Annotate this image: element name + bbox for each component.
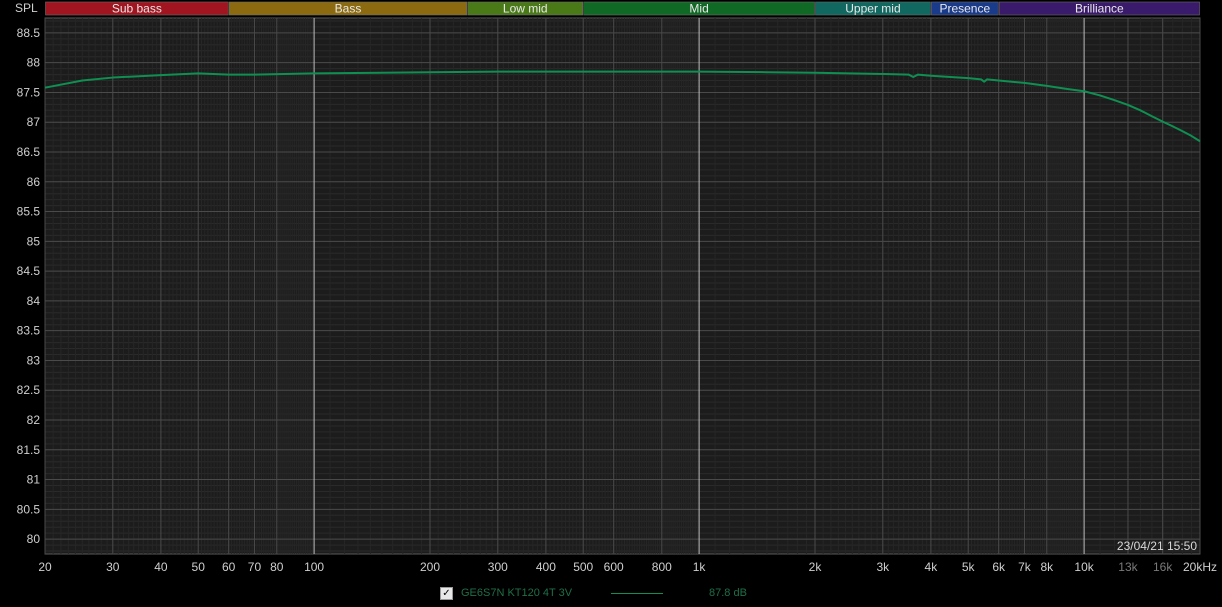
x-tick-label: 100: [304, 560, 324, 574]
x-tick-label: 400: [536, 560, 556, 574]
band-label-5: Presence: [939, 2, 990, 16]
legend-value: 87.8 dB: [709, 587, 747, 599]
x-tick-label: 3k: [876, 560, 890, 574]
y-tick-label: 88: [27, 56, 41, 70]
x-tick-label: 30: [106, 560, 120, 574]
band-label-2: Low mid: [503, 2, 548, 16]
x-tick-label: 10k: [1074, 560, 1094, 574]
x-tick-label: 5k: [962, 560, 976, 574]
band-label-0: Sub bass: [112, 2, 162, 16]
y-tick-label: 80: [27, 532, 41, 546]
x-tick-label: 2k: [809, 560, 823, 574]
x-tick-label: 70: [248, 560, 262, 574]
chart-canvas: Sub bass Bass Low mid Mid Upper mid Presence B…: [0, 0, 1222, 607]
y-tick-label: 80.5: [17, 502, 41, 516]
x-tick-label: 40: [154, 560, 168, 574]
x-tick-label: 1k: [693, 560, 707, 574]
y-tick-label: 81: [27, 473, 41, 487]
y-tick-label: 86: [27, 175, 41, 189]
y-tick-label: 81.5: [17, 443, 41, 457]
x-tick-label: 200: [420, 560, 440, 574]
band-label-3: Mid: [689, 2, 708, 16]
x-tick-label: 20: [38, 560, 52, 574]
y-tick-label: 86.5: [17, 145, 41, 159]
timestamp: 23/04/21 15:50: [1117, 539, 1197, 553]
x-tick-label: 80: [270, 560, 284, 574]
legend: ✓ GE6S7N KT120 4T 3V 87.8 dB: [440, 584, 747, 602]
x-tick-label: 6k: [992, 560, 1006, 574]
band-label-6: Brilliance: [1075, 2, 1124, 16]
y-tick-label: 82.5: [17, 383, 41, 397]
y-tick-label: 82: [27, 413, 41, 427]
y-tick-label: 84: [27, 294, 41, 308]
x-tick-label: 60: [222, 560, 236, 574]
y-tick-label: 88.5: [17, 26, 41, 40]
x-tick-label: 300: [488, 560, 508, 574]
x-tick-label: 8k: [1040, 560, 1054, 574]
frequency-response-chart: Sub bass Bass Low mid Mid Upper mid Presence B…: [0, 0, 1222, 607]
x-tick-label: 4k: [925, 560, 939, 574]
x-tick-label: 800: [652, 560, 672, 574]
y-tick-label: 84.5: [17, 264, 41, 278]
y-tick-label: 85.5: [17, 205, 41, 219]
x-tick-label: 500: [573, 560, 593, 574]
x-tick-label: 20kHz: [1183, 560, 1217, 574]
y-tick-label: 87: [27, 115, 41, 129]
x-tick-label: 50: [192, 560, 206, 574]
x-tick-label: 16k: [1153, 560, 1173, 574]
x-tick-label: 7k: [1018, 560, 1032, 574]
x-tick-label: 13k: [1118, 560, 1138, 574]
y-axis-label: SPL: [15, 1, 38, 15]
band-label-1: Bass: [335, 2, 362, 16]
legend-swatch: [611, 592, 663, 594]
legend-series-name: GE6S7N KT120 4T 3V: [461, 587, 573, 599]
y-tick-label: 87.5: [17, 85, 41, 99]
series-visibility-checkbox[interactable]: ✓: [440, 586, 453, 600]
x-tick-label: 600: [604, 560, 624, 574]
y-tick-label: 85: [27, 234, 41, 248]
band-label-4: Upper mid: [845, 2, 900, 16]
y-tick-label: 83: [27, 353, 41, 367]
y-tick-label: 83.5: [17, 324, 41, 338]
